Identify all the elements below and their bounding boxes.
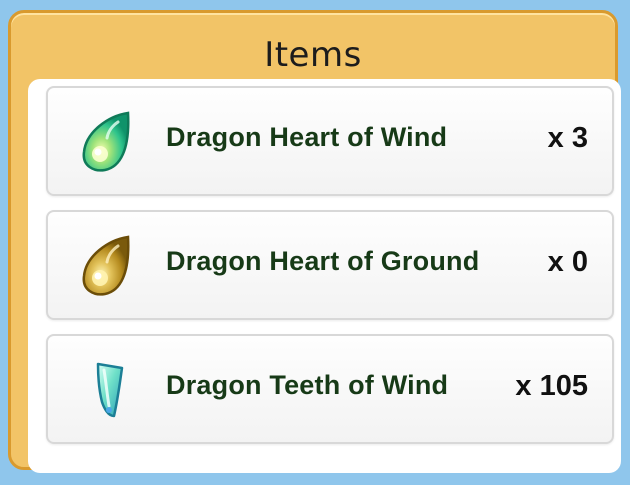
dragon-teeth-wind-icon [96,362,124,418]
items-list: Dragon Heart of Wind x 3 Dragon Heart of… [28,79,621,473]
item-name: Dragon Teeth of Wind [166,370,449,400]
item-card-dragon-heart-wind[interactable]: Dragon Heart of Wind x 3 [46,86,614,196]
items-panel: Items Dragon Heart of Wind x 3 Dragon He… [8,10,621,473]
item-quantity: x 0 [547,246,588,278]
item-name: Dragon Heart of Ground [166,246,480,276]
item-quantity: x 3 [547,122,588,154]
panel-title: Items [264,35,362,75]
dragon-heart-ground-icon [82,235,130,296]
item-name: Dragon Heart of Wind [166,122,448,152]
item-quantity: x 105 [515,370,588,402]
dragon-heart-wind-icon [82,111,130,172]
item-card-dragon-teeth-wind[interactable]: Dragon Teeth of Wind x 105 [46,334,614,444]
item-card-dragon-heart-ground[interactable]: Dragon Heart of Ground x 0 [46,210,614,320]
